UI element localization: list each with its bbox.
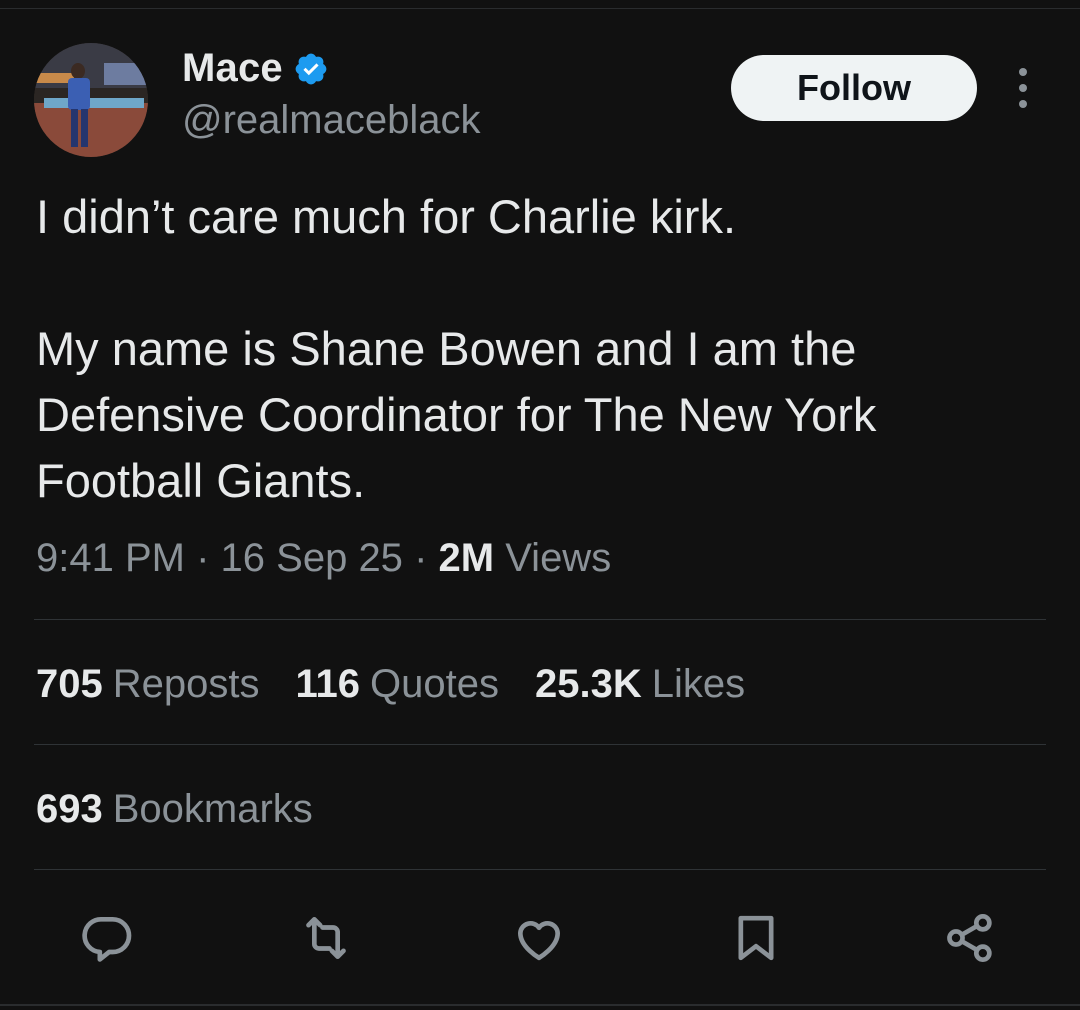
reposts-count: 705 bbox=[36, 662, 103, 706]
likes-count: 25.3K bbox=[535, 662, 642, 706]
quotes-label: Quotes bbox=[370, 662, 499, 706]
divider bbox=[34, 869, 1046, 870]
tweet-line-2: My name is Shane Bowen and I am the Defe… bbox=[36, 322, 877, 507]
tweet-date[interactable]: 16 Sep 25 bbox=[221, 536, 403, 580]
author-name-row[interactable]: Mace bbox=[182, 46, 329, 91]
author-handle[interactable]: @realmaceblack bbox=[182, 98, 481, 143]
bookmarks-label: Bookmarks bbox=[112, 787, 313, 831]
avatar-image bbox=[34, 43, 148, 157]
author-name[interactable]: Mace bbox=[182, 46, 283, 91]
top-border bbox=[0, 8, 1080, 9]
reposts-label: Reposts bbox=[112, 662, 260, 706]
views-count: 2M bbox=[438, 536, 495, 580]
avatar[interactable] bbox=[34, 43, 148, 157]
reply-icon bbox=[82, 916, 132, 962]
bookmarks-count: 693 bbox=[36, 787, 103, 831]
tweet-text: I didn’t care much for Charlie kirk. My … bbox=[36, 184, 1046, 514]
bookmark-button[interactable] bbox=[726, 908, 786, 968]
tweet-meta: 9:41 PM · 16 Sep 25 · 2M Views bbox=[36, 536, 611, 581]
reply-button[interactable] bbox=[78, 908, 138, 968]
quotes-count: 116 bbox=[295, 662, 361, 706]
divider bbox=[34, 744, 1046, 745]
bottom-border bbox=[0, 1004, 1080, 1006]
bookmark-icon bbox=[738, 915, 774, 961]
tweet-line-1: I didn’t care much for Charlie kirk. bbox=[36, 190, 737, 243]
engagement-stats: 705 Reposts 116 Quotes 25.3K Likes bbox=[36, 662, 781, 707]
reposts-stat[interactable]: 705 Reposts bbox=[36, 662, 260, 707]
divider bbox=[34, 619, 1046, 620]
views-label: Views bbox=[505, 536, 612, 580]
share-button[interactable] bbox=[940, 908, 1000, 968]
verified-badge-icon bbox=[293, 51, 329, 87]
follow-button[interactable]: Follow bbox=[731, 55, 977, 121]
more-options-icon[interactable] bbox=[1010, 68, 1036, 108]
meta-separator: · bbox=[196, 536, 210, 580]
meta-separator: · bbox=[414, 536, 428, 580]
repost-button[interactable] bbox=[296, 908, 356, 968]
repost-icon bbox=[306, 917, 346, 959]
quotes-stat[interactable]: 116 Quotes bbox=[296, 662, 500, 707]
tweet-time[interactable]: 9:41 PM bbox=[36, 536, 185, 580]
likes-stat[interactable]: 25.3K Likes bbox=[535, 662, 745, 707]
share-icon bbox=[947, 913, 992, 963]
like-button[interactable] bbox=[509, 908, 569, 968]
likes-label: Likes bbox=[651, 662, 746, 706]
like-icon bbox=[518, 921, 560, 961]
bookmarks-stat[interactable]: 693 Bookmarks bbox=[36, 787, 313, 832]
